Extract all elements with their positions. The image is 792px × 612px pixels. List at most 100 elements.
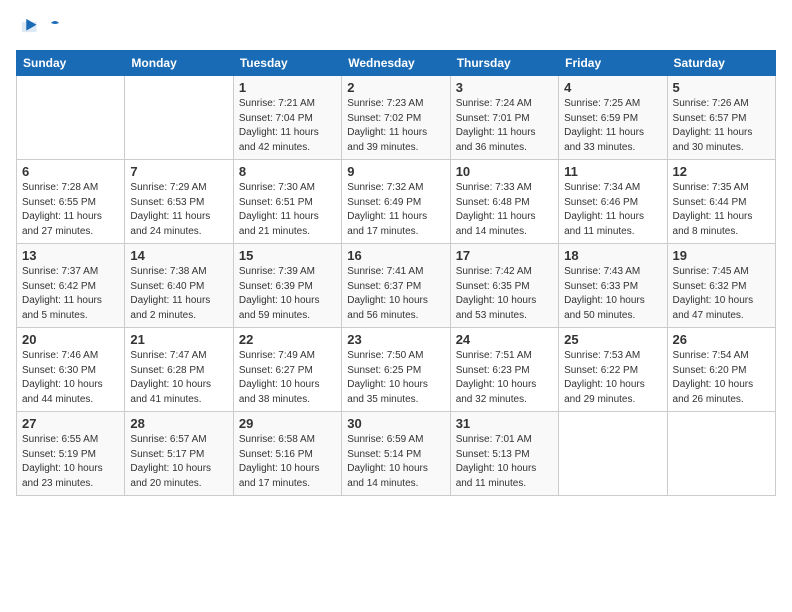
day-number: 28: [130, 416, 227, 431]
calendar-cell: 15 Sunrise: 7:39 AM Sunset: 6:39 PM Dayli…: [233, 244, 341, 328]
day-info: Sunrise: 7:43 AM Sunset: 6:33 PM Dayligh…: [564, 265, 661, 323]
day-info: Sunrise: 7:37 AM Sunset: 6:42 PM Dayligh…: [22, 265, 119, 323]
day-number: 13: [22, 248, 119, 263]
day-number: 14: [130, 248, 227, 263]
calendar-week-row: 13 Sunrise: 7:37 AM Sunset: 6:42 PM Dayli…: [17, 244, 776, 328]
calendar-cell: 2 Sunrise: 7:23 AM Sunset: 7:02 PM Daylig…: [342, 76, 450, 160]
day-number: 6: [22, 164, 119, 179]
day-number: 11: [564, 164, 661, 179]
day-info: Sunrise: 7:47 AM Sunset: 6:28 PM Dayligh…: [130, 349, 227, 407]
day-number: 17: [456, 248, 553, 263]
calendar-cell: 26 Sunrise: 7:54 AM Sunset: 6:20 PM Dayli…: [667, 328, 775, 412]
day-info: Sunrise: 7:24 AM Sunset: 7:01 PM Dayligh…: [456, 97, 553, 155]
calendar-cell: 1 Sunrise: 7:21 AM Sunset: 7:04 PM Daylig…: [233, 76, 341, 160]
day-number: 15: [239, 248, 336, 263]
calendar-cell: 22 Sunrise: 7:49 AM Sunset: 6:27 PM Dayli…: [233, 328, 341, 412]
day-number: 30: [347, 416, 444, 431]
day-info: Sunrise: 7:35 AM Sunset: 6:44 PM Dayligh…: [673, 181, 770, 239]
day-number: 12: [673, 164, 770, 179]
day-info: Sunrise: 7:33 AM Sunset: 6:48 PM Dayligh…: [456, 181, 553, 239]
calendar-cell: 19 Sunrise: 7:45 AM Sunset: 6:32 PM Dayli…: [667, 244, 775, 328]
day-number: 7: [130, 164, 227, 179]
calendar-cell: 17 Sunrise: 7:42 AM Sunset: 6:35 PM Dayli…: [450, 244, 558, 328]
calendar-cell: 14Sunrise: 7:38 AM Sunset: 6:40 PM Dayli…: [125, 244, 233, 328]
weekday-header-saturday: Saturday: [667, 51, 775, 76]
calendar-cell: 31 Sunrise: 7:01 AM Sunset: 5:13 PM Dayli…: [450, 412, 558, 496]
weekday-header-thursday: Thursday: [450, 51, 558, 76]
day-number: 23: [347, 332, 444, 347]
calendar-cell: 9 Sunrise: 7:32 AM Sunset: 6:49 PM Daylig…: [342, 160, 450, 244]
day-number: 22: [239, 332, 336, 347]
calendar-cell: 13 Sunrise: 7:37 AM Sunset: 6:42 PM Dayli…: [17, 244, 125, 328]
day-info: Sunrise: 7:26 AM Sunset: 6:57 PM Dayligh…: [673, 97, 770, 155]
day-number: 5: [673, 80, 770, 95]
logo-icon: [16, 16, 38, 38]
day-number: 9: [347, 164, 444, 179]
calendar-table: SundayMondayTuesdayWednesdayThursdayFrid…: [16, 50, 776, 496]
day-number: 2: [347, 80, 444, 95]
calendar-cell: 8 Sunrise: 7:30 AM Sunset: 6:51 PM Daylig…: [233, 160, 341, 244]
calendar-cell: 5 Sunrise: 7:26 AM Sunset: 6:57 PM Daylig…: [667, 76, 775, 160]
weekday-header-wednesday: Wednesday: [342, 51, 450, 76]
day-info: Sunrise: 6:55 AM Sunset: 5:19 PM Dayligh…: [22, 433, 119, 491]
weekday-header-friday: Friday: [559, 51, 667, 76]
day-number: 8: [239, 164, 336, 179]
day-info: Sunrise: 7:46 AM Sunset: 6:30 PM Dayligh…: [22, 349, 119, 407]
calendar-cell: 11 Sunrise: 7:34 AM Sunset: 6:46 PM Dayli…: [559, 160, 667, 244]
calendar-cell: 10 Sunrise: 7:33 AM Sunset: 6:48 PM Dayli…: [450, 160, 558, 244]
day-info: Sunrise: 7:45 AM Sunset: 6:32 PM Dayligh…: [673, 265, 770, 323]
day-info: Sunrise: 7:39 AM Sunset: 6:39 PM Dayligh…: [239, 265, 336, 323]
calendar-cell: 18 Sunrise: 7:43 AM Sunset: 6:33 PM Dayli…: [559, 244, 667, 328]
weekday-header-monday: Monday: [125, 51, 233, 76]
day-number: 3: [456, 80, 553, 95]
weekday-header-tuesday: Tuesday: [233, 51, 341, 76]
day-number: 19: [673, 248, 770, 263]
day-number: 16: [347, 248, 444, 263]
day-number: 1: [239, 80, 336, 95]
calendar-cell: 4Sunrise: 7:25 AM Sunset: 6:59 PM Daylig…: [559, 76, 667, 160]
day-info: Sunrise: 7:54 AM Sunset: 6:20 PM Dayligh…: [673, 349, 770, 407]
day-number: 31: [456, 416, 553, 431]
day-info: Sunrise: 7:25 AM Sunset: 6:59 PM Dayligh…: [564, 97, 661, 155]
day-number: 25: [564, 332, 661, 347]
calendar-cell: 7Sunrise: 7:29 AM Sunset: 6:53 PM Daylig…: [125, 160, 233, 244]
day-number: 10: [456, 164, 553, 179]
calendar-cell: [667, 412, 775, 496]
calendar-cell: 29 Sunrise: 6:58 AM Sunset: 5:16 PM Dayli…: [233, 412, 341, 496]
calendar-week-row: 20Sunrise: 7:46 AM Sunset: 6:30 PM Dayli…: [17, 328, 776, 412]
calendar-cell: 16 Sunrise: 7:41 AM Sunset: 6:37 PM Dayli…: [342, 244, 450, 328]
day-info: Sunrise: 7:23 AM Sunset: 7:02 PM Dayligh…: [347, 97, 444, 155]
page-header: [16, 16, 776, 38]
day-info: Sunrise: 7:32 AM Sunset: 6:49 PM Dayligh…: [347, 181, 444, 239]
calendar-cell: 6 Sunrise: 7:28 AM Sunset: 6:55 PM Daylig…: [17, 160, 125, 244]
day-number: 27: [22, 416, 119, 431]
day-info: Sunrise: 7:53 AM Sunset: 6:22 PM Dayligh…: [564, 349, 661, 407]
calendar-cell: 27 Sunrise: 6:55 AM Sunset: 5:19 PM Dayli…: [17, 412, 125, 496]
day-info: Sunrise: 6:57 AM Sunset: 5:17 PM Dayligh…: [130, 433, 227, 491]
calendar-cell: 25 Sunrise: 7:53 AM Sunset: 6:22 PM Dayli…: [559, 328, 667, 412]
day-info: Sunrise: 7:34 AM Sunset: 6:46 PM Dayligh…: [564, 181, 661, 239]
calendar-cell: [17, 76, 125, 160]
calendar-cell: 28 Sunrise: 6:57 AM Sunset: 5:17 PM Dayli…: [125, 412, 233, 496]
calendar-week-row: 27 Sunrise: 6:55 AM Sunset: 5:19 PM Dayli…: [17, 412, 776, 496]
day-info: Sunrise: 7:30 AM Sunset: 6:51 PM Dayligh…: [239, 181, 336, 239]
logo: [16, 16, 40, 38]
calendar-cell: 30 Sunrise: 6:59 AM Sunset: 5:14 PM Dayli…: [342, 412, 450, 496]
day-info: Sunrise: 7:21 AM Sunset: 7:04 PM Dayligh…: [239, 97, 336, 155]
day-number: 26: [673, 332, 770, 347]
day-number: 18: [564, 248, 661, 263]
calendar-cell: 3 Sunrise: 7:24 AM Sunset: 7:01 PM Daylig…: [450, 76, 558, 160]
calendar-week-row: 1 Sunrise: 7:21 AM Sunset: 7:04 PM Daylig…: [17, 76, 776, 160]
day-info: Sunrise: 6:59 AM Sunset: 5:14 PM Dayligh…: [347, 433, 444, 491]
day-info: Sunrise: 7:42 AM Sunset: 6:35 PM Dayligh…: [456, 265, 553, 323]
calendar-cell: 23 Sunrise: 7:50 AM Sunset: 6:25 PM Dayli…: [342, 328, 450, 412]
day-number: 29: [239, 416, 336, 431]
calendar-cell: 20Sunrise: 7:46 AM Sunset: 6:30 PM Dayli…: [17, 328, 125, 412]
day-info: Sunrise: 7:01 AM Sunset: 5:13 PM Dayligh…: [456, 433, 553, 491]
day-info: Sunrise: 7:49 AM Sunset: 6:27 PM Dayligh…: [239, 349, 336, 407]
day-info: Sunrise: 7:50 AM Sunset: 6:25 PM Dayligh…: [347, 349, 444, 407]
day-info: Sunrise: 6:58 AM Sunset: 5:16 PM Dayligh…: [239, 433, 336, 491]
day-info: Sunrise: 7:41 AM Sunset: 6:37 PM Dayligh…: [347, 265, 444, 323]
day-info: Sunrise: 7:28 AM Sunset: 6:55 PM Dayligh…: [22, 181, 119, 239]
calendar-cell: 12 Sunrise: 7:35 AM Sunset: 6:44 PM Dayli…: [667, 160, 775, 244]
